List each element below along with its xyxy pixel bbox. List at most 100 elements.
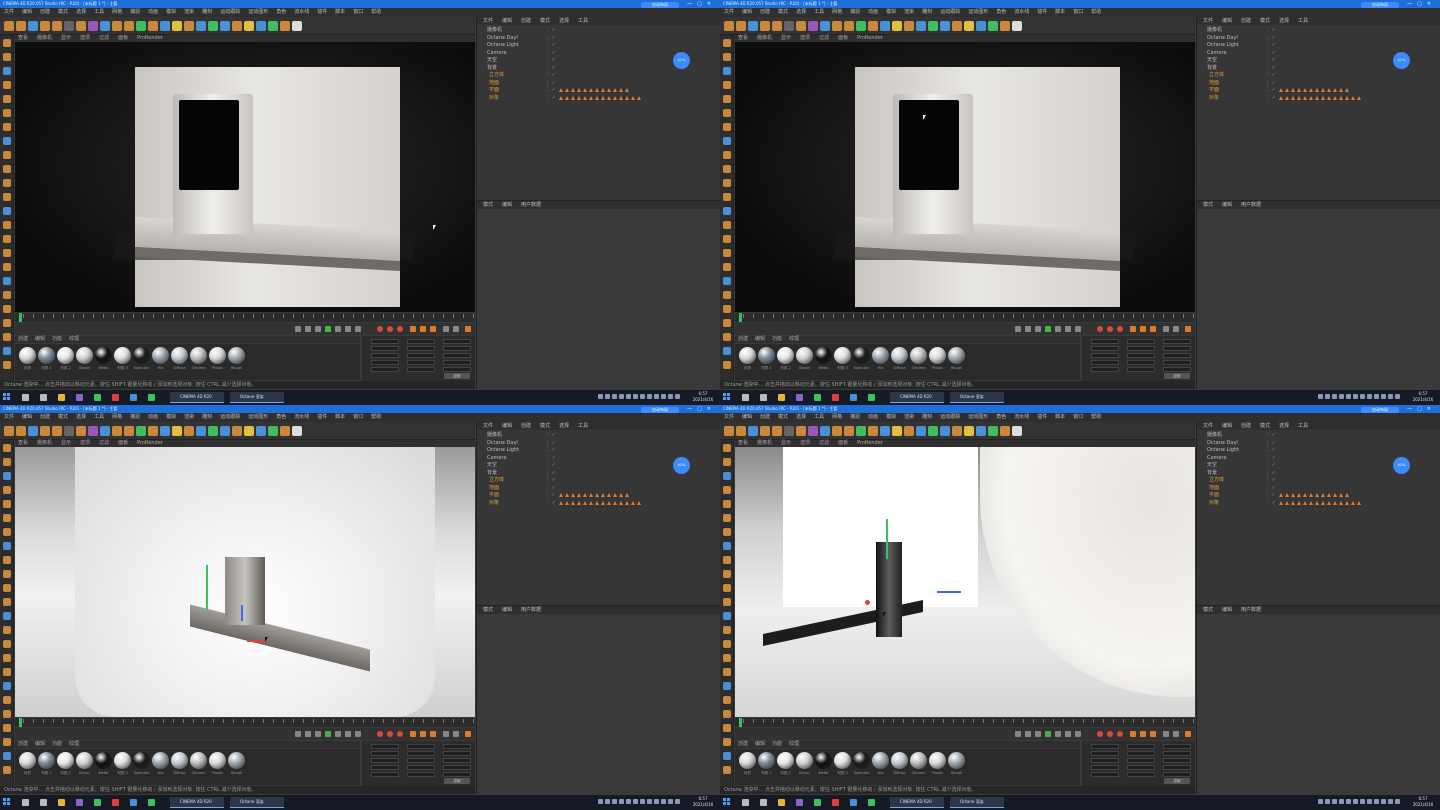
material-swatch[interactable] — [19, 347, 36, 364]
coord-input[interactable] — [1127, 367, 1155, 372]
object-row[interactable]: 天空 ⋮ ✓ — [1203, 462, 1435, 469]
viewport-menu-item[interactable]: 查看 — [18, 440, 28, 446]
transport-button[interactable] — [355, 731, 361, 737]
tool-icon[interactable] — [880, 426, 890, 436]
material-menu-item[interactable]: 功能 — [772, 336, 782, 342]
tray-icon[interactable] — [640, 799, 645, 804]
coord-input[interactable] — [1163, 758, 1191, 763]
mode-tool-icon[interactable] — [3, 95, 11, 103]
attr-menu-item[interactable]: 编辑 — [502, 202, 512, 208]
tag-icon[interactable] — [595, 493, 599, 497]
menu-item[interactable]: 模式 — [778, 414, 788, 420]
coord-input[interactable] — [371, 758, 399, 763]
transport-button[interactable] — [1185, 731, 1191, 737]
z-axis-handle[interactable] — [241, 605, 243, 621]
object-row[interactable]: Camera ⋮ ✓ — [483, 455, 715, 462]
coord-input[interactable] — [371, 751, 399, 756]
mode-tool-icon[interactable] — [3, 696, 11, 704]
viewport-menu-item[interactable]: 过滤 — [99, 440, 109, 446]
menu-item[interactable]: 模式 — [58, 414, 68, 420]
transport-button[interactable] — [410, 731, 416, 737]
tray-icon[interactable] — [1395, 799, 1400, 804]
tool-icon[interactable] — [832, 21, 842, 31]
tag-icon[interactable] — [1339, 88, 1343, 92]
transport-button[interactable] — [1173, 326, 1179, 332]
taskbar-app-octane[interactable]: Octane 渲染 — [230, 797, 284, 808]
tag-icon[interactable] — [1303, 88, 1307, 92]
object-row[interactable]: Octane Dayl ⋮ ✓ — [483, 440, 715, 447]
tag-icon[interactable] — [1303, 493, 1307, 497]
taskbar-app-icon[interactable] — [40, 799, 47, 806]
menu-item[interactable]: 渲染 — [184, 9, 194, 15]
object-row[interactable]: 平面 ⋮ ✓ — [1203, 87, 1435, 94]
visibility-flags[interactable]: ⋮ ✓ — [1265, 42, 1276, 49]
tool-icon[interactable] — [172, 21, 182, 31]
tag-icon[interactable] — [1321, 493, 1325, 497]
viewport-menu-item[interactable]: ProRender — [137, 440, 163, 446]
coord-input[interactable] — [1163, 346, 1191, 351]
menu-item[interactable]: 创建 — [40, 9, 50, 15]
taskbar-app-octane[interactable]: Octane 渲染 — [230, 392, 284, 403]
tag-icon[interactable] — [1333, 500, 1337, 505]
visibility-flags[interactable]: ⋮ ✓ — [1265, 492, 1276, 499]
object-row[interactable]: 地面 ⋮ ✓ — [483, 485, 715, 492]
tag-icon[interactable] — [571, 493, 575, 497]
transport-button[interactable] — [420, 326, 426, 332]
mode-tool-icon[interactable] — [3, 67, 11, 75]
mode-tool-icon[interactable] — [3, 333, 11, 341]
tag-icon[interactable] — [559, 88, 563, 92]
tool-icon[interactable] — [844, 21, 854, 31]
window-controls[interactable]: —▢✕ — [687, 405, 716, 413]
tag-icon[interactable] — [1315, 500, 1319, 505]
mode-tool-icon[interactable] — [3, 542, 11, 550]
coord-input[interactable] — [1127, 758, 1155, 763]
tray-icon[interactable] — [1346, 799, 1351, 804]
mode-tool-icon[interactable] — [3, 109, 11, 117]
menu-item[interactable]: 流水线 — [1014, 9, 1029, 15]
coord-input[interactable] — [1163, 765, 1191, 770]
tray-icon[interactable] — [612, 394, 617, 399]
menu-item[interactable]: 创建 — [40, 414, 50, 420]
visibility-flags[interactable]: ⋮ ✓ — [1265, 440, 1276, 447]
mode-tool-icon[interactable] — [3, 738, 11, 746]
om-menu-item[interactable]: 文件 — [1203, 18, 1213, 24]
taskbar-app-icon[interactable] — [40, 394, 47, 401]
coord-input[interactable] — [1163, 744, 1191, 749]
visibility-flags[interactable]: ⋮ ✓ — [545, 440, 556, 447]
tool-icon[interactable] — [100, 426, 110, 436]
viewport-menu-item[interactable]: 显示 — [781, 35, 791, 41]
tool-icon[interactable] — [928, 21, 938, 31]
visibility-flags[interactable]: ⋮ ✓ — [545, 432, 556, 439]
tag-icon[interactable] — [613, 500, 617, 505]
taskbar-app-icon[interactable] — [76, 799, 83, 806]
attr-menu-item[interactable]: 编辑 — [1222, 607, 1232, 613]
coord-input[interactable] — [1091, 346, 1119, 351]
viewport-menu-item[interactable]: 面板 — [118, 35, 128, 41]
transport-button[interactable] — [465, 326, 471, 332]
timeline[interactable] — [15, 718, 475, 727]
menu-item[interactable]: 捕捉 — [130, 9, 140, 15]
windows-start-icon[interactable] — [3, 393, 11, 401]
visibility-flags[interactable]: ⋮ ✓ — [1265, 87, 1276, 94]
material-swatch[interactable] — [815, 347, 832, 364]
material-menu-item[interactable]: 纹理 — [69, 336, 79, 342]
menu-item[interactable]: 渲染 — [904, 414, 914, 420]
object-row[interactable]: 地面 ⋮ ✓ — [483, 80, 715, 87]
material-swatch[interactable] — [152, 347, 169, 364]
mode-tool-icon[interactable] — [723, 277, 731, 285]
tool-icon[interactable] — [868, 426, 878, 436]
timeline[interactable] — [15, 313, 475, 322]
coord-input[interactable] — [1091, 360, 1119, 365]
viewport-menu-item[interactable]: 过滤 — [819, 440, 829, 446]
menu-item[interactable]: 模拟 — [166, 9, 176, 15]
mode-tool-icon[interactable] — [723, 179, 731, 187]
material-menu-item[interactable]: 编辑 — [35, 336, 45, 342]
tag-icon[interactable] — [1339, 95, 1343, 100]
object-row[interactable]: 摄像机 ⋮ ✓ — [1203, 432, 1435, 439]
tag-icon[interactable] — [1309, 95, 1313, 100]
tag-icon[interactable] — [583, 95, 587, 100]
tool-icon[interactable] — [52, 426, 62, 436]
om-menu-item[interactable]: 文件 — [483, 18, 493, 24]
viewport-menu-item[interactable]: 选项 — [800, 440, 810, 446]
attr-menu-item[interactable]: 用户数据 — [1241, 607, 1261, 613]
